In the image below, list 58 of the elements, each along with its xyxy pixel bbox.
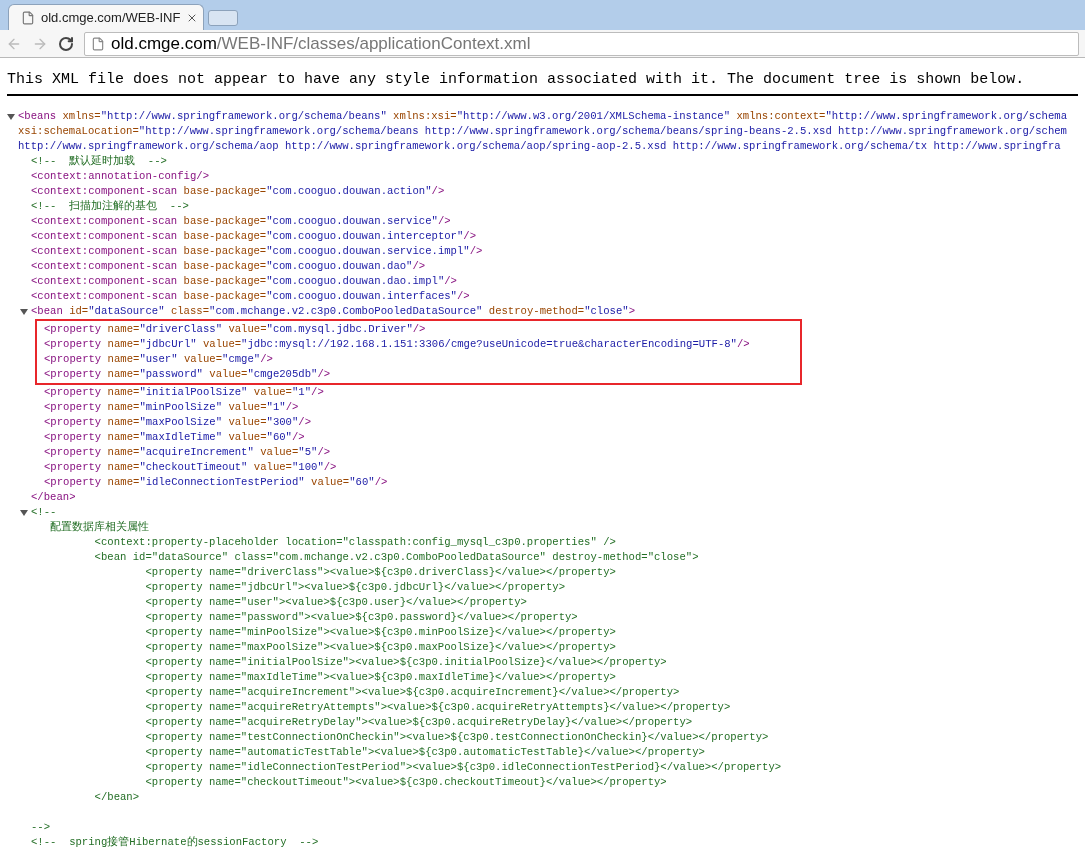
comment-close: --> — [31, 820, 51, 835]
xml-line: <property name="driverClass" value="com.mysql.jdbc.Driver"/> — [44, 322, 426, 337]
comment-line: <property name="jdbcUrl"><value>${c3p0.jdbcUrl}</value></property> — [144, 580, 565, 595]
xml-line: <property name="maxPoolSize" value="300"/> — [44, 415, 312, 430]
xml-line: <!-- spring接管Hibernate的sessionFactory --> — [31, 835, 319, 849]
address-bar[interactable]: old.cmge.com/WEB-INF/classes/applicationContext.xml — [84, 31, 1079, 56]
comment-line: <property name="acquireRetryAttempts"><value>${c3p0.acquireRetryAttempts}</value></property> — [144, 700, 731, 715]
comment-line: <property name="testConnectionOnCheckin"><value>${c3p0.testConnectionOnCheckin}</value></property> — [144, 730, 769, 745]
page-icon — [21, 10, 35, 25]
xml-line: <context:component-scan base-package="com.cooguo.douwan.action"/> — [31, 184, 445, 199]
xml-line: <property name="checkoutTimeout" value="100"/> — [44, 460, 337, 475]
xml-line: <context:component-scan base-package="com.cooguo.douwan.dao.impl"/> — [31, 274, 457, 289]
comment-line: <property name="idleConnectionTestPeriod"><value>${c3p0.idleConnectionTestPeriod}</value></property> — [144, 760, 782, 775]
comment-line: 配置数据库相关属性 — [49, 520, 150, 535]
comment-line: <property name="checkoutTimeout"><value>${c3p0.checkoutTimeout}</value></property> — [144, 775, 667, 790]
xml-line: <property name="user" value="cmge"/> — [44, 352, 273, 367]
comment-line: <property name="driverClass"><value>${c3p0.driverClass}</value></property> — [144, 565, 616, 580]
xml-line: <context:component-scan base-package="com.cooguo.douwan.interfaces"/> — [31, 289, 470, 304]
xml-line: <context:annotation-config/> — [31, 169, 209, 184]
browser-tab[interactable]: old.cmge.com/WEB-INF — [8, 4, 204, 30]
page-icon — [91, 36, 105, 51]
xml-line: <property name="jdbcUrl" value="jdbc:mysql://192.168.1.151:3306/cmge?useUnicode=true&characterEncoding=UTF-8"/> — [44, 337, 750, 352]
comment-line: <property name="initialPoolSize"><value>${c3p0.initialPoolSize}</value></property> — [144, 655, 667, 670]
comment-line: </bean> — [93, 790, 140, 805]
comment-line: <bean id="dataSource" class="com.mchange.v2.c3p0.ComboPooledDataSource" destroy-method="close"> — [93, 550, 699, 565]
comment-line: <property name="acquireRetryDelay"><value>${c3p0.acquireRetryDelay}</value></property> — [144, 715, 693, 730]
comment-line: <property name="maxPoolSize"><value>${c3p0.maxPoolSize}</value></property> — [144, 640, 616, 655]
triangle-icon[interactable] — [7, 113, 15, 121]
xml-line: http://www.springframework.org/schema/aop http://www.springframework.org/schema/aop/spring-aop-2.5.xsd http://www.springframework.org/schema/tx http://www.springfra — [18, 139, 1061, 154]
xml-line: <context:component-scan base-package="com.cooguo.douwan.service.impl"/> — [31, 244, 483, 259]
url-text: old.cmge.com/WEB-INF/classes/applicationContext.xml — [111, 32, 531, 55]
xml-line: <bean id="dataSource" class="com.mchange.v2.c3p0.ComboPooledDataSource" destroy-method="close"> — [31, 304, 635, 319]
xml-line: <property name="initialPoolSize" value="1"/> — [44, 385, 324, 400]
reload-icon[interactable] — [58, 35, 74, 52]
comment-line: <property name="minPoolSize"><value>${c3p0.minPoolSize}</value></property> — [144, 625, 616, 640]
triangle-icon[interactable] — [20, 509, 28, 517]
xml-line: xsi:schemaLocation="http://www.springframework.org/schema/beans http://www.springframework.org/schema/beans/spring-beans-2.5.xsd http://www.springframework.org/schem — [18, 124, 1067, 139]
notice-text: This XML file does not appear to have any style information associated with it. The document tree is shown below. — [7, 70, 1078, 96]
comment-line: <property name="acquireIncrement"><value>${c3p0.acquireIncrement}</value></property> — [144, 685, 680, 700]
xml-line: <context:component-scan base-package="com.cooguo.douwan.dao"/> — [31, 259, 426, 274]
xml-line: <!-- 扫描加注解的基包 --> — [31, 199, 189, 214]
comment-line: <property name="automaticTestTable"><value>${c3p0.automaticTestTable}</value></property> — [144, 745, 705, 760]
comment-line: <property name="user"><value>${c3p0.user}</value></property> — [144, 595, 527, 610]
comment-open: <!-- — [31, 505, 57, 520]
comment-line: <property name="maxIdleTime"><value>${c3p0.maxIdleTime}</value></property> — [144, 670, 616, 685]
comment-line: <context:property-placeholder location="classpath:config_mysql_c3p0.properties" /> — [93, 535, 616, 550]
xml-line: <beans xmlns="http://www.springframework.org/schema/beans" xmlns:xsi="http://www.w3.org/2001/XMLSchema-instance" xmlns:context="http://www.springframework.org/schema — [18, 109, 1067, 124]
xml-line: <property name="password" value="cmge205db"/> — [44, 367, 331, 382]
xml-line: </bean> — [31, 490, 76, 505]
xml-line: <property name="acquireIncrement" value="5"/> — [44, 445, 331, 460]
xml-line: <property name="maxIdleTime" value="60"/> — [44, 430, 305, 445]
triangle-icon[interactable] — [20, 308, 28, 316]
xml-line: <property name="idleConnectionTestPeriod" value="60"/> — [44, 475, 388, 490]
comment-line: <property name="password"><value>${c3p0.password}</value></property> — [144, 610, 578, 625]
xml-line: <context:component-scan base-package="com.cooguo.douwan.service"/> — [31, 214, 451, 229]
xml-line: <!-- 默认延时加载 --> — [31, 154, 167, 169]
xml-line: <context:component-scan base-package="com.cooguo.douwan.interceptor"/> — [31, 229, 477, 244]
xml-line: <property name="minPoolSize" value="1"/> — [44, 400, 299, 415]
